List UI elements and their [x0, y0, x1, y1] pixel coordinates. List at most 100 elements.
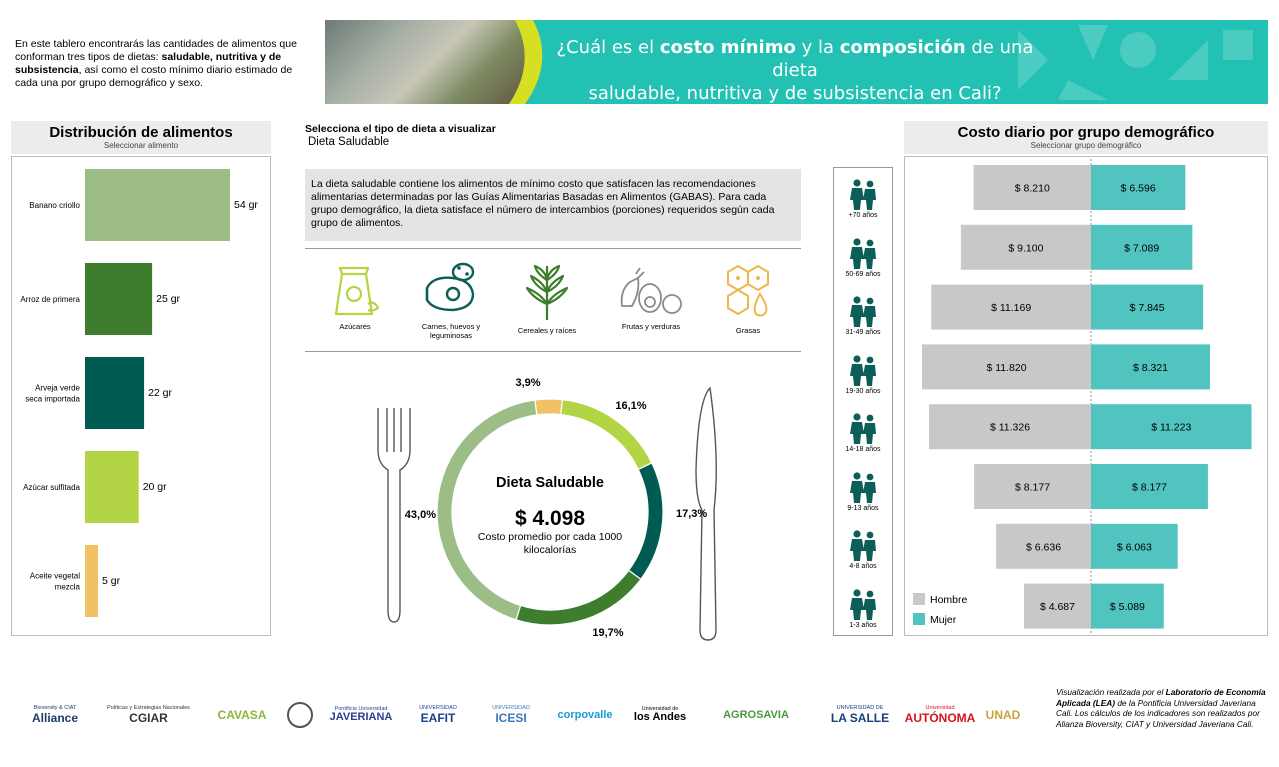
- cost-label-hombre: $ 6.636: [1026, 541, 1061, 553]
- donut-percent-label: 19,7%: [592, 627, 623, 639]
- food-bar[interactable]: [85, 451, 139, 523]
- cgiar-logo: Políticas y Estrategias Nacionales CGIAR: [107, 705, 190, 725]
- food-group-frutas[interactable]: Frutas y verduras: [603, 260, 699, 331]
- cost-label-mujer: $ 7.089: [1124, 242, 1159, 254]
- partner-logos: Bioversity & CIAT Alliance Políticas y Est…: [20, 690, 1030, 740]
- cost-label-hombre: $ 11.326: [990, 422, 1030, 434]
- agrosavia-logo: AGROSAVIA: [723, 708, 789, 721]
- cost-label-mujer: $ 8.321: [1133, 362, 1168, 374]
- uao-logo: Universidad AUTÓNOMA: [904, 705, 976, 725]
- demographic-item[interactable]: +70 años: [834, 178, 892, 219]
- food-bar[interactable]: [85, 545, 98, 617]
- javeriana-logo: Pontificia Universidad JAVERIANA: [329, 705, 393, 724]
- diet-selector-label: Selecciona el tipo de dieta a visualizar: [305, 123, 496, 135]
- food-group-label: Frutas y verduras: [621, 322, 681, 331]
- univalle-logo: [282, 690, 318, 740]
- donut-slice[interactable]: [534, 398, 564, 416]
- people-icon: [850, 588, 876, 620]
- cost-label-hombre: $ 8.177: [1015, 482, 1050, 494]
- donut-caption-2: kilocalorías: [524, 544, 577, 556]
- donut-percent-label: 17,3%: [676, 508, 707, 520]
- demographic-item[interactable]: 31-49 años: [834, 295, 892, 336]
- cost-bar-chart: $ 8.210 $ 6.596 $ 9.100 $ 7.089 $ 11.169 $ 7.…: [904, 156, 1268, 636]
- demographic-label: 19-30 años: [845, 387, 881, 395]
- food-category-label: mezcla: [55, 583, 81, 592]
- food-value-label: 25 gr: [156, 293, 180, 305]
- fat-drop-icon: [727, 264, 769, 317]
- cost-panel-header: Costo diario por grupo demográfico Selec…: [904, 121, 1268, 154]
- cost-label-hombre: $ 4.687: [1040, 601, 1075, 613]
- cost-label-mujer: $ 11.223: [1151, 422, 1191, 434]
- donut-value: $ 4.098: [515, 507, 585, 530]
- cost-panel-subtitle: Seleccionar grupo demográfico: [1030, 141, 1142, 150]
- legend-label: Mujer: [930, 614, 957, 626]
- cost-label-mujer: $ 5.089: [1110, 601, 1145, 613]
- food-bar[interactable]: [85, 263, 153, 335]
- diet-selector-value[interactable]: Dieta Saludable: [308, 136, 389, 148]
- food-group-label: Cereales y raíces: [517, 326, 577, 335]
- demographic-label: 50-69 años: [845, 270, 881, 278]
- icesi-logo: UNIVERSIDAD ICESI: [492, 705, 530, 725]
- food-bar[interactable]: [85, 169, 230, 241]
- demographic-item[interactable]: 1-3 años: [834, 588, 892, 629]
- food-value-label: 5 gr: [102, 575, 121, 587]
- food-group-cereales[interactable]: Cereales y raíces: [499, 260, 595, 335]
- cost-panel-title: Costo diario por grupo demográfico: [957, 124, 1215, 141]
- demographic-item[interactable]: 50-69 años: [834, 237, 892, 278]
- food-chart-svg: Banano criollo 54 gr Arroz de primera 25 gr…: [20, 169, 258, 617]
- cost-label-mujer: $ 6.596: [1121, 183, 1156, 195]
- donut-percent-label: 3,9%: [515, 377, 540, 389]
- cavasa-logo: CAVASA: [217, 708, 267, 722]
- people-icon: [850, 471, 876, 503]
- food-group-grasas[interactable]: Grasas: [700, 260, 796, 335]
- alliance-logo: Bioversity & CIAT Alliance: [31, 705, 79, 725]
- food-group-label: Grasas: [735, 326, 761, 335]
- legend-swatch: [913, 593, 925, 605]
- unad-logo: UNAD: [985, 708, 1021, 722]
- divider: [305, 351, 801, 352]
- food-panel-title: Distribución de alimentos: [49, 124, 233, 141]
- food-group-azucares[interactable]: Azúcares: [307, 260, 403, 331]
- donut-slice[interactable]: [627, 462, 664, 581]
- cost-chart-svg: $ 8.210 $ 6.596 $ 9.100 $ 7.089 $ 11.169 $ 7.…: [913, 159, 1252, 635]
- header-banner: ¿Cuál es el costo mínimo y la composició…: [325, 20, 1268, 104]
- donut-slice[interactable]: [515, 569, 642, 626]
- demographic-label: 1-3 años: [849, 621, 877, 629]
- divider: [305, 248, 801, 249]
- cost-label-hombre: $ 11.820: [986, 362, 1026, 374]
- meat-icon: [425, 262, 475, 312]
- sugar-bag-icon: [334, 266, 380, 316]
- demographic-item[interactable]: 19-30 años: [834, 354, 892, 395]
- demographic-label: 31-49 años: [845, 329, 881, 336]
- vegetables-icon: [620, 267, 682, 314]
- corpovalle-logo: corpovalle: [557, 708, 613, 721]
- people-icon: [850, 413, 876, 444]
- food-panel-subtitle: Seleccionar alimento: [103, 141, 179, 150]
- uniandes-logo: Universidad de los Andes: [633, 705, 687, 724]
- demographic-selector: +70 años 50-69 años 31-49 años 19-30 años 14…: [833, 167, 893, 636]
- demographic-label: 9-13 años: [847, 504, 879, 512]
- donut-percent-label: 43,0%: [405, 509, 436, 521]
- food-category-label: Banano criollo: [29, 201, 80, 210]
- lasalle-logo: UNIVERSIDAD DE LA SALLE: [830, 705, 890, 725]
- food-category-label: seca importada: [25, 395, 80, 404]
- food-group-carnes[interactable]: Carnes, huevos y leguminosas: [403, 260, 499, 340]
- cost-label-hombre: $ 11.169: [991, 302, 1031, 314]
- food-group-label: Carnes, huevos y leguminosas: [421, 322, 481, 340]
- donut-caption-1: Costo promedio por cada 1000: [478, 531, 622, 543]
- demographic-label: 4-8 años: [849, 563, 877, 570]
- people-icon: [850, 237, 876, 269]
- food-bar[interactable]: [85, 357, 145, 429]
- food-panel-header: Distribución de alimentos Seleccionar al…: [11, 121, 271, 154]
- people-icon: [850, 179, 876, 210]
- credit-text: Visualización realizada por el Laborator…: [1056, 687, 1266, 729]
- cost-label-hombre: $ 9.100: [1008, 242, 1043, 254]
- banner-title: ¿Cuál es el costo mínimo y la composició…: [556, 37, 1034, 104]
- demographic-label: 14-18 años: [845, 446, 881, 453]
- demographic-item[interactable]: 14-18 años: [834, 412, 892, 453]
- cost-label-mujer: $ 8.177: [1132, 482, 1167, 494]
- demographic-item[interactable]: 9-13 años: [834, 471, 892, 512]
- demographic-item[interactable]: 4-8 años: [834, 529, 892, 570]
- food-value-label: 20 gr: [143, 481, 167, 493]
- food-category-label: Azúcar sulfitada: [23, 483, 80, 492]
